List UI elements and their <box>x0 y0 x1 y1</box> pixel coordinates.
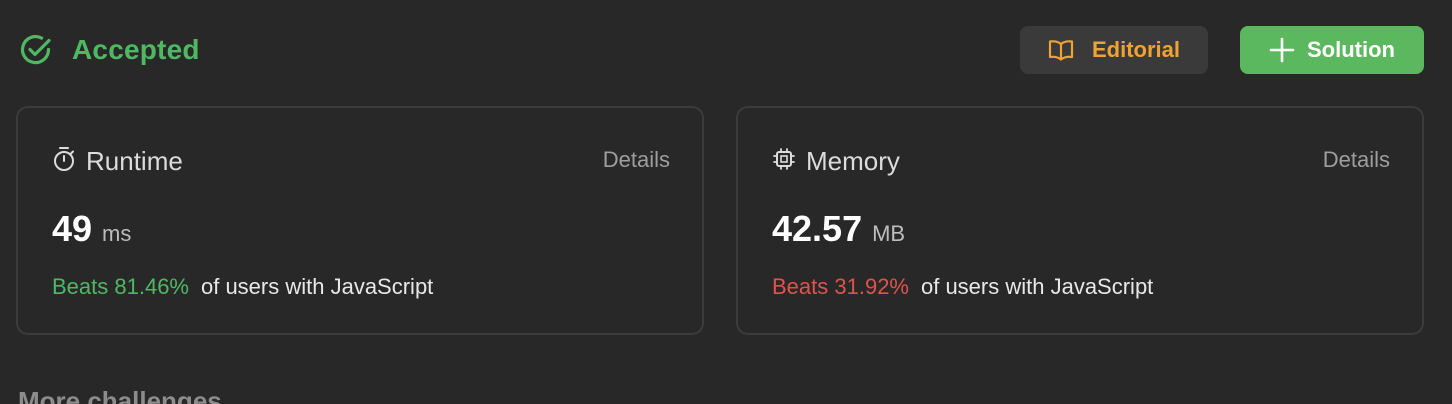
runtime-title: Runtime <box>86 146 183 176</box>
memory-card-header: Memory Details <box>772 146 1390 177</box>
editorial-button[interactable]: Editorial <box>1020 26 1208 74</box>
actions: Editorial Solution <box>1020 26 1424 74</box>
plus-icon <box>1269 37 1295 63</box>
runtime-unit: ms <box>102 221 132 246</box>
memory-details-link[interactable]: Details <box>1323 147 1390 173</box>
check-circle-icon <box>18 32 54 68</box>
memory-value-row: 42.57 MB <box>772 208 905 250</box>
result-header: Accepted Editorial Solution <box>18 26 1424 74</box>
memory-beats: Beats 31.92% <box>772 274 909 299</box>
memory-value: 42.57 <box>772 208 863 249</box>
status: Accepted <box>18 32 200 68</box>
memory-card[interactable]: Memory Details 42.57 MB Beats 31.92% of … <box>736 106 1424 335</box>
book-open-icon <box>1048 39 1074 61</box>
chip-icon <box>772 147 796 176</box>
memory-title: Memory <box>806 146 900 176</box>
runtime-details-link[interactable]: Details <box>603 147 670 173</box>
submission-result: Accepted Editorial Solution Runtime Deta… <box>0 0 1452 404</box>
memory-unit: MB <box>872 221 906 246</box>
editorial-label: Editorial <box>1091 37 1180 62</box>
runtime-title-group: Runtime <box>52 146 183 177</box>
runtime-value: 49 <box>52 208 93 249</box>
memory-title-group: Memory <box>772 146 900 177</box>
memory-beats-suffix: of users with JavaScript <box>920 274 1154 299</box>
stopwatch-icon <box>52 146 76 177</box>
runtime-beats: Beats 81.46% <box>52 274 189 299</box>
status-label: Accepted <box>72 34 200 65</box>
runtime-card[interactable]: Runtime Details 49 ms Beats 81.46% of us… <box>16 106 704 335</box>
more-challenges-heading: More challenges <box>18 386 222 404</box>
runtime-card-header: Runtime Details <box>52 146 670 177</box>
runtime-value-row: 49 ms <box>52 208 131 250</box>
runtime-beats-row: Beats 81.46% of users with JavaScript <box>52 274 433 300</box>
add-solution-button[interactable]: Solution <box>1240 26 1424 74</box>
runtime-beats-suffix: of users with JavaScript <box>200 274 434 299</box>
solution-label: Solution <box>1307 37 1395 62</box>
memory-beats-row: Beats 31.92% of users with JavaScript <box>772 274 1153 300</box>
